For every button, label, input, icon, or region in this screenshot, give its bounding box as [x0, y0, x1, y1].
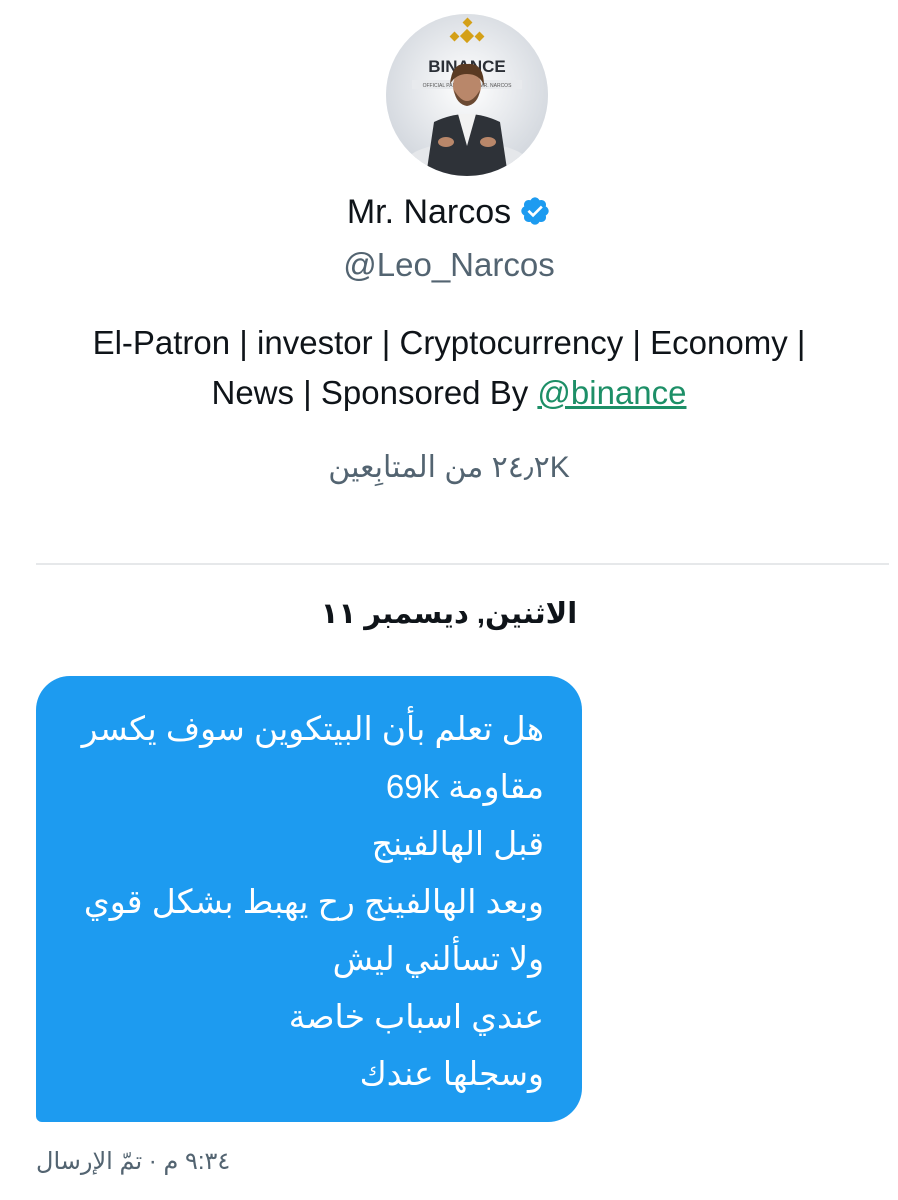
message-line: وسجلها عندك [359, 1055, 544, 1092]
avatar-image: BINANCE OFFICIAL PARTNER OF MR. NARCOS [386, 14, 548, 176]
profile-bio: El-Patron | investor | Cryptocurrency | … [60, 318, 838, 418]
profile-name-row: Mr. Narcos [0, 190, 898, 234]
message-meta: ٩:٣٤ م · تمّ الإرسال [36, 1146, 436, 1178]
date-separator: الاثنين, ديسمبر ١١ [320, 598, 578, 630]
display-name[interactable]: Mr. Narcos [347, 193, 511, 231]
followers-count[interactable]: ٢٤٫٢K من المتابِعين [0, 448, 898, 488]
message-bubble[interactable]: هل تعلم بأن البيتكوين سوف يكسر مقاومة 69… [36, 676, 582, 1122]
message-line: مقاومة 69k [385, 767, 544, 805]
divider [36, 563, 889, 565]
message-timestamp-status: ٩:٣٤ م · تمّ الإرسال [36, 1148, 231, 1175]
profile-handle[interactable]: @Leo_Narcos [0, 244, 898, 286]
verified-badge-icon [519, 194, 551, 226]
message-line: ولا تسألني ليش [332, 940, 544, 977]
message-line: هل تعلم بأن البيتكوين سوف يكسر [81, 710, 544, 747]
bio-text: El-Patron | investor | Cryptocurrency | … [92, 324, 806, 411]
message-line: قبل الهالفينج [371, 825, 544, 862]
bio-mention-link[interactable]: @binance [537, 374, 686, 411]
message-line: وبعد الهالفينج رح يهبط بشكل قوي [83, 882, 544, 920]
avatar[interactable]: BINANCE OFFICIAL PARTNER OF MR. NARCOS [386, 14, 548, 176]
message-line: عندي اسباب خاصة [288, 997, 544, 1035]
